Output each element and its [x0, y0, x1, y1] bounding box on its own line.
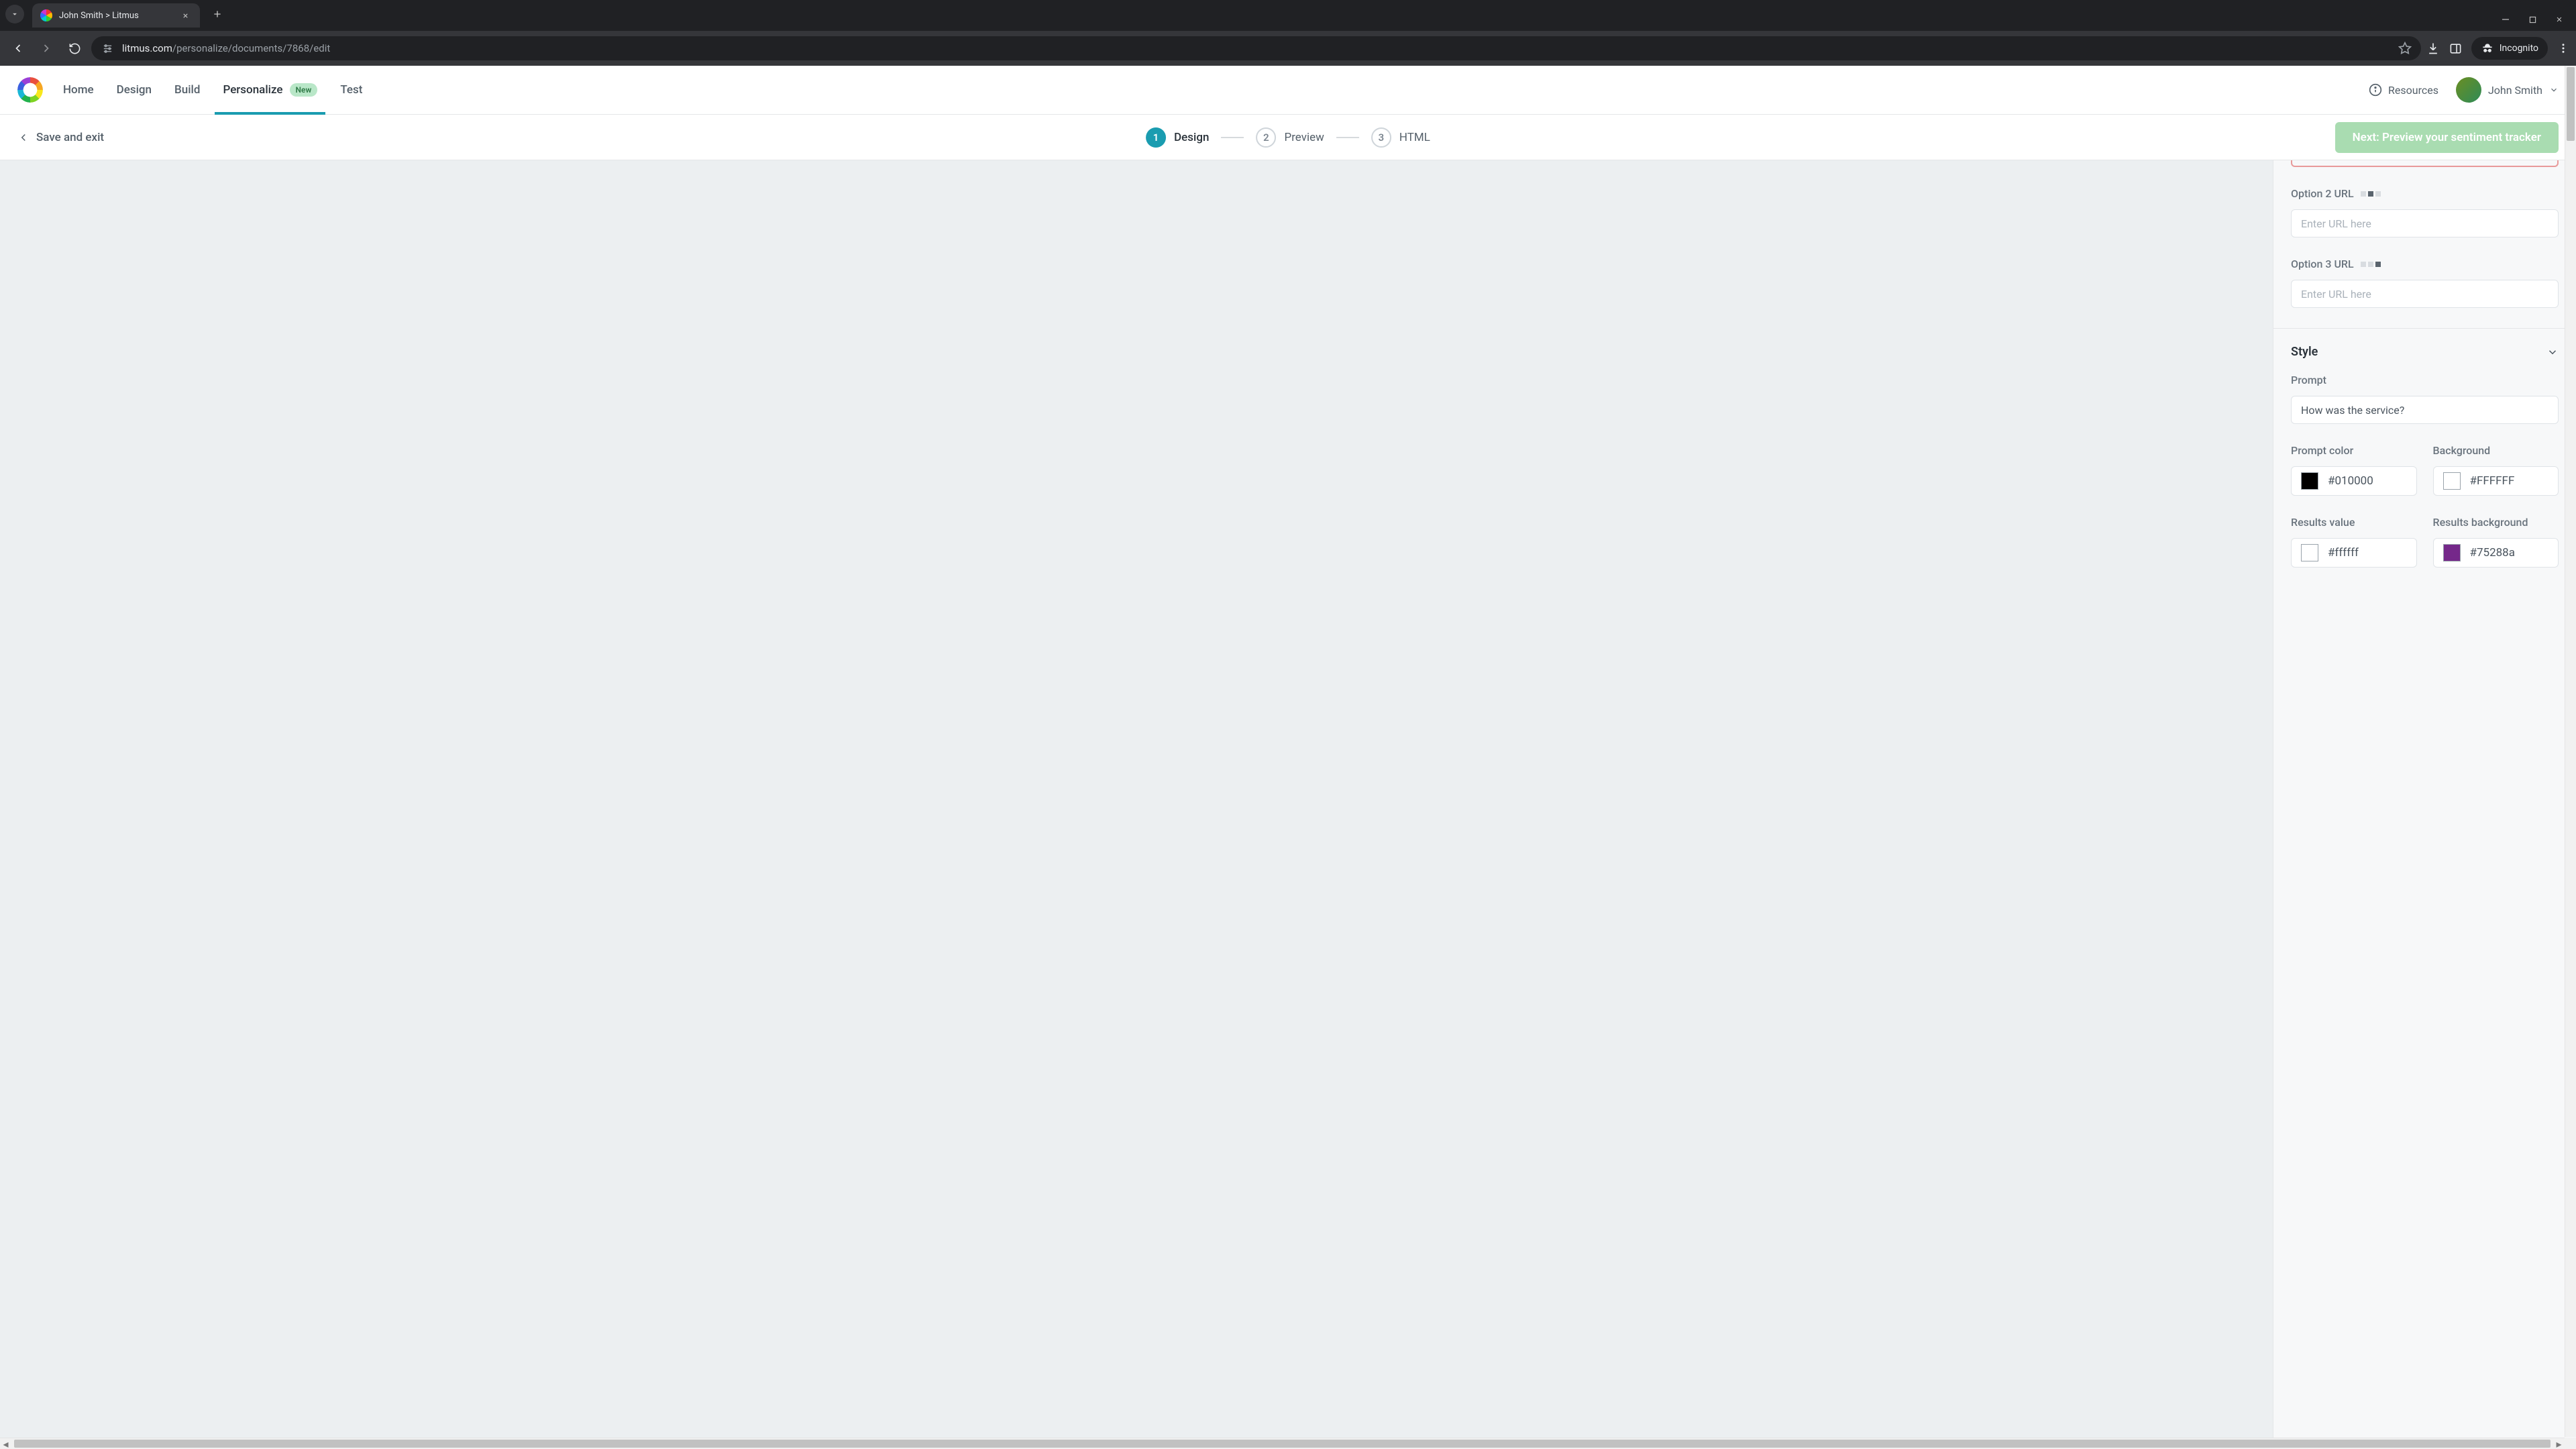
option2-url-input[interactable]	[2291, 209, 2559, 237]
color-swatch[interactable]	[2443, 544, 2461, 561]
scroll-left-icon[interactable]: ◂	[0, 1438, 11, 1449]
window-close-icon[interactable]	[2555, 15, 2564, 24]
option1-input-partial[interactable]	[2291, 160, 2559, 167]
nav-back-button[interactable]	[7, 37, 30, 60]
properties-panel: Option 2 URL Option 3 URL	[2273, 160, 2576, 1449]
nav-design[interactable]: Design	[117, 66, 152, 114]
browser-toolbar: litmus.com/personalize/documents/7868/ed…	[0, 31, 2576, 66]
horizontal-scrollbar[interactable]: ◂ ▸	[0, 1438, 2565, 1449]
browser-tab[interactable]: John Smith > Litmus	[32, 3, 200, 28]
prompt-color-label: Prompt color	[2291, 444, 2417, 457]
nav-reload-button[interactable]	[63, 37, 86, 60]
prompt-label: Prompt	[2291, 374, 2559, 386]
bookmark-icon[interactable]	[2398, 42, 2412, 55]
style-section: Style Prompt Prompt color	[2273, 328, 2576, 574]
option3-url-input[interactable]	[2291, 280, 2559, 308]
design-canvas[interactable]	[0, 160, 2273, 1449]
style-heading[interactable]: Style	[2291, 345, 2559, 359]
results-bg-color-input[interactable]: #75288a	[2433, 538, 2559, 568]
new-tab-button[interactable]	[208, 5, 227, 23]
chevron-down-icon	[2549, 85, 2559, 95]
step-design[interactable]: 1 Design	[1146, 127, 1209, 148]
option2-url-label: Option 2 URL	[2291, 187, 2559, 200]
vertical-scrollbar[interactable]	[2565, 66, 2576, 1437]
next-button[interactable]: Next: Preview your sentiment tracker	[2335, 122, 2559, 153]
tab-title: John Smith > Litmus	[59, 11, 173, 21]
step-bar: Save and exit 1 Design 2 Preview 3 HTML	[0, 115, 2576, 160]
background-label: Background	[2433, 444, 2559, 457]
browser-menu-icon[interactable]	[2557, 42, 2569, 54]
nav-personalize[interactable]: Personalize New	[223, 66, 317, 114]
step-separator	[1336, 137, 1359, 138]
prompt-color-input[interactable]: #010000	[2291, 466, 2417, 496]
option3-url-label: Option 3 URL	[2291, 258, 2559, 270]
tab-favicon	[40, 9, 52, 21]
step-separator	[1221, 137, 1244, 138]
sentiment-indicator-icon	[2361, 191, 2381, 197]
litmus-logo[interactable]	[17, 77, 43, 103]
scroll-corner	[2565, 1438, 2576, 1449]
browser-titlebar: John Smith > Litmus	[0, 0, 2576, 31]
sidepanel-icon[interactable]	[2449, 42, 2462, 55]
color-swatch[interactable]	[2301, 544, 2318, 561]
chevron-down-icon	[2546, 346, 2559, 358]
url-text: litmus.com/personalize/documents/7868/ed…	[122, 42, 330, 54]
results-value-label: Results value	[2291, 516, 2417, 529]
nav-test[interactable]: Test	[340, 66, 362, 114]
background-color-input[interactable]: #FFFFFF	[2433, 466, 2559, 496]
window-maximize-icon[interactable]	[2528, 15, 2537, 24]
sentiment-indicator-icon	[2361, 262, 2381, 267]
prompt-input[interactable]	[2291, 396, 2559, 424]
incognito-indicator[interactable]: Incognito	[2471, 37, 2548, 60]
nav-forward-button[interactable]	[35, 37, 58, 60]
nav-build[interactable]: Build	[174, 66, 200, 114]
step-preview[interactable]: 2 Preview	[1256, 127, 1324, 148]
scroll-right-icon[interactable]: ▸	[2553, 1438, 2565, 1449]
app-topnav: Home Design Build Personalize New Test R…	[0, 66, 2576, 115]
tab-search-button[interactable]	[5, 5, 24, 23]
avatar	[2456, 77, 2481, 103]
downloads-icon[interactable]	[2426, 42, 2440, 55]
save-and-exit-button[interactable]: Save and exit	[17, 131, 104, 144]
address-bar[interactable]: litmus.com/personalize/documents/7868/ed…	[91, 36, 2421, 60]
site-settings-icon[interactable]	[101, 42, 114, 55]
results-value-color-input[interactable]: #ffffff	[2291, 538, 2417, 568]
new-badge: New	[290, 83, 318, 97]
color-swatch[interactable]	[2443, 472, 2461, 490]
resources-link[interactable]: Resources	[2369, 83, 2438, 97]
nav-home[interactable]: Home	[63, 66, 94, 114]
step-html[interactable]: 3 HTML	[1371, 127, 1430, 148]
results-bg-label: Results background	[2433, 516, 2559, 529]
user-menu[interactable]: John Smith	[2456, 77, 2559, 103]
tab-close-icon[interactable]	[180, 10, 191, 21]
window-minimize-icon[interactable]	[2501, 15, 2510, 24]
color-swatch[interactable]	[2301, 472, 2318, 490]
